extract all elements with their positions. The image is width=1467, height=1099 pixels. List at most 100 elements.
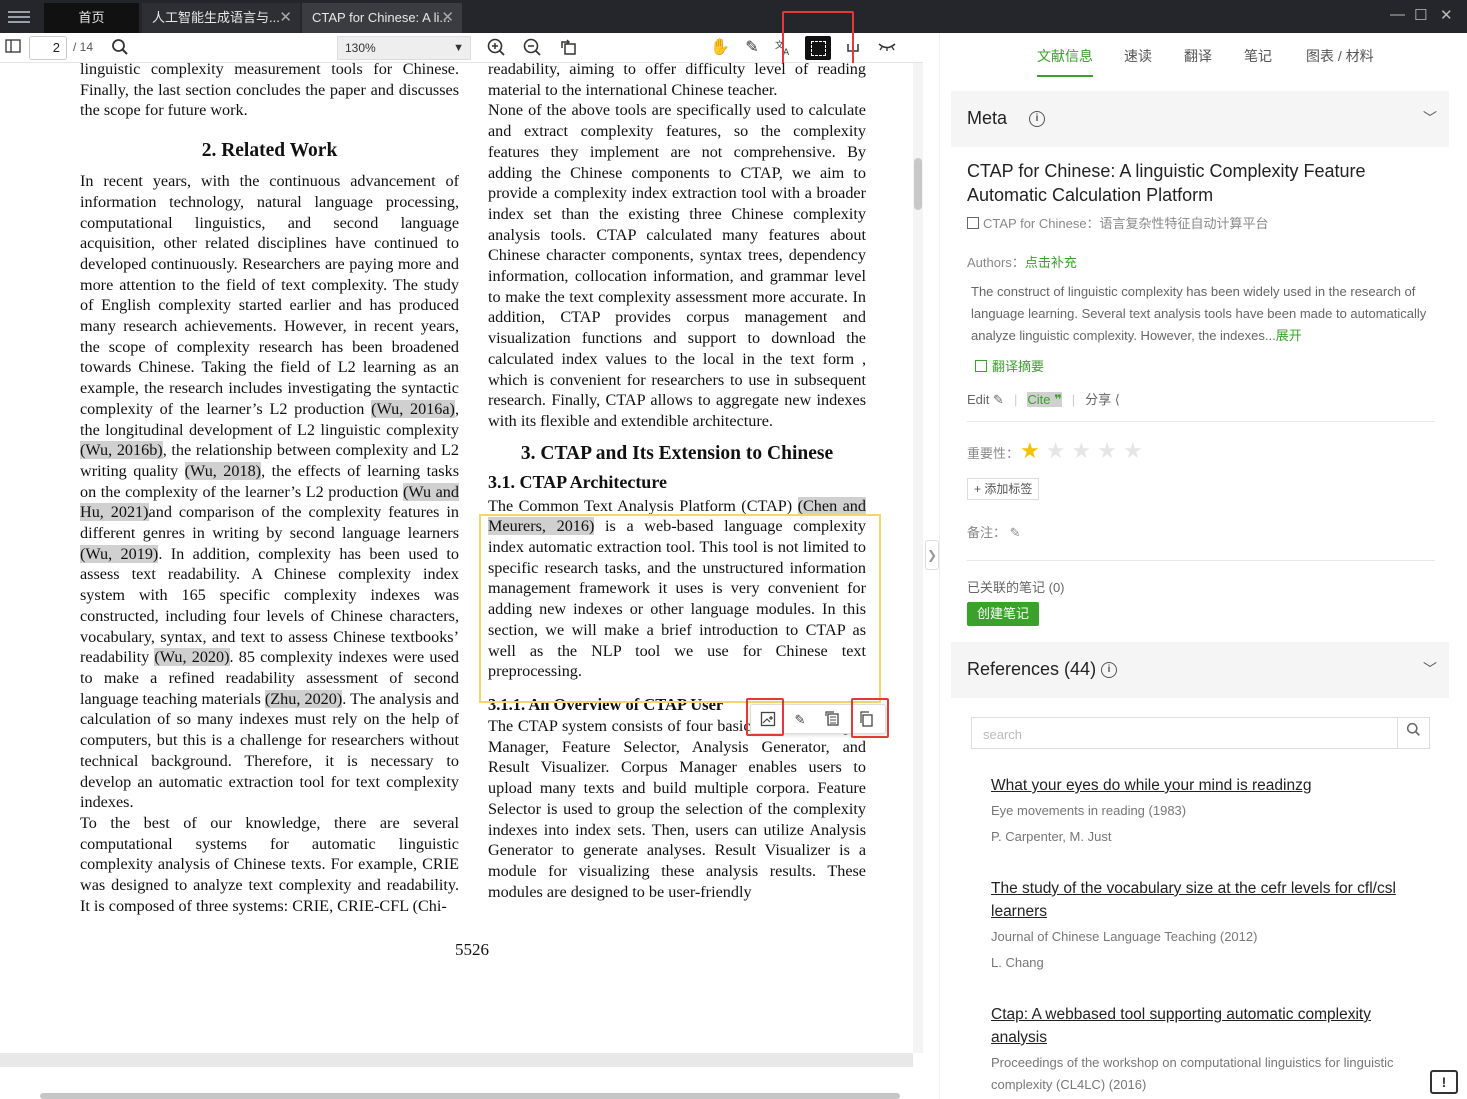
- app-window: 首页 人工智能生成语言与... ✕ CTAP for Chinese: A li…: [0, 0, 1467, 1099]
- add-tag-button[interactable]: + 添加标签: [967, 478, 1040, 500]
- search-icon[interactable]: [110, 38, 130, 58]
- maximize-icon[interactable]: ☐: [1414, 6, 1427, 24]
- pdf-page[interactable]: linguistic complexity measurement tools …: [0, 63, 913, 1053]
- action-row: Edit ✎ | Cite ❞ | 分享 ⟨: [967, 392, 1120, 407]
- section-title: References (44): [967, 659, 1097, 679]
- references-search[interactable]: search: [971, 717, 1430, 749]
- callout-box: [746, 698, 784, 736]
- citation[interactable]: (Wu, 2018): [184, 461, 262, 480]
- divider: [967, 560, 1435, 561]
- zoom-in-icon[interactable]: [486, 38, 506, 58]
- scrollbar-thumb[interactable]: [914, 158, 922, 210]
- edit-icon: ✎: [993, 392, 1004, 407]
- translate-image-icon: [967, 217, 979, 229]
- pen-icon[interactable]: ✎: [742, 38, 762, 58]
- minimize-icon[interactable]: —: [1390, 6, 1405, 23]
- section-heading: 3. CTAP and Its Extension to Chinese: [520, 442, 834, 464]
- menu-icon[interactable]: [8, 8, 30, 26]
- page-number-input[interactable]: 2: [29, 36, 67, 60]
- tab-home[interactable]: 首页: [44, 3, 139, 33]
- cite-button[interactable]: Cite ❞: [1027, 392, 1062, 407]
- citation[interactable]: (Wu, 2016a): [371, 399, 455, 418]
- linked-notes-label: 已关联的笔记 (0): [967, 580, 1065, 595]
- page-separator: [0, 1053, 913, 1067]
- share-icon: ⟨: [1114, 392, 1120, 407]
- edit-button[interactable]: Edit ✎: [967, 392, 1004, 407]
- panel-collapse-handle[interactable]: ❯: [925, 540, 939, 570]
- abstract: The construct of linguistic complexity h…: [971, 284, 1427, 343]
- chevron-down-icon[interactable]: ﹀: [1423, 108, 1437, 128]
- expand-link[interactable]: 展开: [1276, 328, 1302, 343]
- meta-section-header[interactable]: Meta i ﹀: [951, 91, 1449, 147]
- section-heading: 2. Related Work: [201, 140, 338, 162]
- importance-rating[interactable]: ★★★★★: [1020, 438, 1149, 464]
- tab-label: 人工智能生成语言与...: [152, 10, 280, 25]
- tab-figures[interactable]: 图表 / 材料: [1306, 46, 1374, 66]
- star-icon[interactable]: ★: [1123, 438, 1149, 463]
- reference-item: Ctap: A webbased tool supporting automat…: [991, 1003, 1411, 1096]
- search-input[interactable]: search: [983, 727, 1022, 742]
- callout-box: [851, 698, 889, 738]
- selection-highlight: [479, 514, 881, 703]
- rotate-icon[interactable]: [558, 38, 578, 58]
- reference-venue: Proceedings of the workshop on computati…: [991, 1055, 1394, 1092]
- note-row[interactable]: 备注： ✎: [967, 522, 1021, 541]
- title-bar: 首页 人工智能生成语言与... ✕ CTAP for Chinese: A li…: [0, 0, 1467, 33]
- citation[interactable]: (Wu, 2019): [80, 544, 159, 563]
- paragraph: linguistic complexity measurement tools …: [80, 63, 459, 120]
- paper-title: CTAP for Chinese: A linguistic Complexit…: [967, 161, 1366, 205]
- translated-title: CTAP for Chinese：语言复杂性特征自动计算平台: [967, 213, 1269, 232]
- reference-item: The study of the vocabulary size at the …: [991, 877, 1411, 974]
- star-icon[interactable]: ★: [1020, 438, 1046, 463]
- reference-title[interactable]: Ctap: A webbased tool supporting automat…: [991, 1003, 1411, 1049]
- quote-icon: ❞: [1054, 392, 1062, 407]
- zoom-select[interactable]: 130% ▼: [337, 36, 471, 60]
- copy-format-icon[interactable]: [823, 711, 841, 729]
- tab-document-2[interactable]: CTAP for Chinese: A li... ✕: [302, 3, 462, 33]
- vertical-scrollbar[interactable]: [913, 63, 923, 1053]
- citation[interactable]: (Wu, 2020): [154, 648, 230, 667]
- left-column: linguistic complexity measurement tools …: [80, 63, 459, 916]
- subsection-heading: 3.1. CTAP Architecture: [488, 471, 667, 492]
- edit-note-icon[interactable]: ✎: [1010, 525, 1021, 540]
- star-icon[interactable]: ★: [1046, 438, 1072, 463]
- references-section-header[interactable]: References (44) i ﹀: [951, 642, 1449, 698]
- share-button[interactable]: 分享 ⟨: [1085, 392, 1120, 407]
- info-icon[interactable]: i: [1029, 111, 1045, 127]
- zoom-out-icon[interactable]: [522, 38, 542, 58]
- tab-paper-info[interactable]: 文献信息: [1037, 46, 1093, 66]
- close-tab-icon[interactable]: ✕: [279, 3, 292, 33]
- search-icon[interactable]: [1397, 718, 1429, 748]
- citation[interactable]: (Wu, 2016b): [80, 441, 163, 460]
- close-window-icon[interactable]: ✕: [1440, 6, 1453, 24]
- star-icon[interactable]: ★: [1097, 438, 1123, 463]
- horizontal-scrollbar[interactable]: [40, 1093, 900, 1099]
- tab-speed-read[interactable]: 速读: [1124, 46, 1152, 66]
- tab-document-1[interactable]: 人工智能生成语言与... ✕: [142, 3, 300, 33]
- sidebar-toggle-icon[interactable]: [3, 38, 23, 58]
- section-title: Meta: [967, 108, 1008, 128]
- reference-venue: Journal of Chinese Language Teaching (20…: [991, 929, 1258, 944]
- reference-title[interactable]: The study of the vocabulary size at the …: [991, 877, 1411, 923]
- close-tab-icon[interactable]: ✕: [441, 3, 454, 33]
- paragraph: To the best of our knowledge, there are …: [80, 813, 459, 915]
- right-column: readability, aiming to offer difficulty …: [488, 63, 866, 902]
- tab-translate[interactable]: 翻译: [1184, 46, 1212, 66]
- paragraph: In recent years, with the continuous adv…: [80, 172, 459, 812]
- active-tab-indicator: [1037, 75, 1093, 77]
- reference-title[interactable]: What your eyes do while your mind is rea…: [991, 774, 1411, 797]
- info-icon[interactable]: i: [1101, 662, 1117, 678]
- reference-venue: Eye movements in reading (1983): [991, 803, 1187, 818]
- hand-icon[interactable]: ✋: [710, 38, 730, 58]
- create-note-button[interactable]: 创建笔记: [967, 602, 1039, 626]
- translate-abstract-link[interactable]: 翻译摘要: [975, 356, 1044, 375]
- page-number: 5526: [455, 940, 489, 959]
- add-authors-link[interactable]: 点击补充: [1025, 255, 1077, 270]
- tab-notes[interactable]: 笔记: [1244, 46, 1272, 66]
- eye-icon[interactable]: [877, 38, 897, 58]
- chevron-down-icon[interactable]: ﹀: [1423, 659, 1437, 679]
- star-icon[interactable]: ★: [1071, 438, 1097, 463]
- pencil-icon[interactable]: ✎: [791, 711, 809, 729]
- feedback-icon[interactable]: !: [1430, 1070, 1458, 1094]
- citation[interactable]: (Zhu, 2020): [264, 689, 343, 708]
